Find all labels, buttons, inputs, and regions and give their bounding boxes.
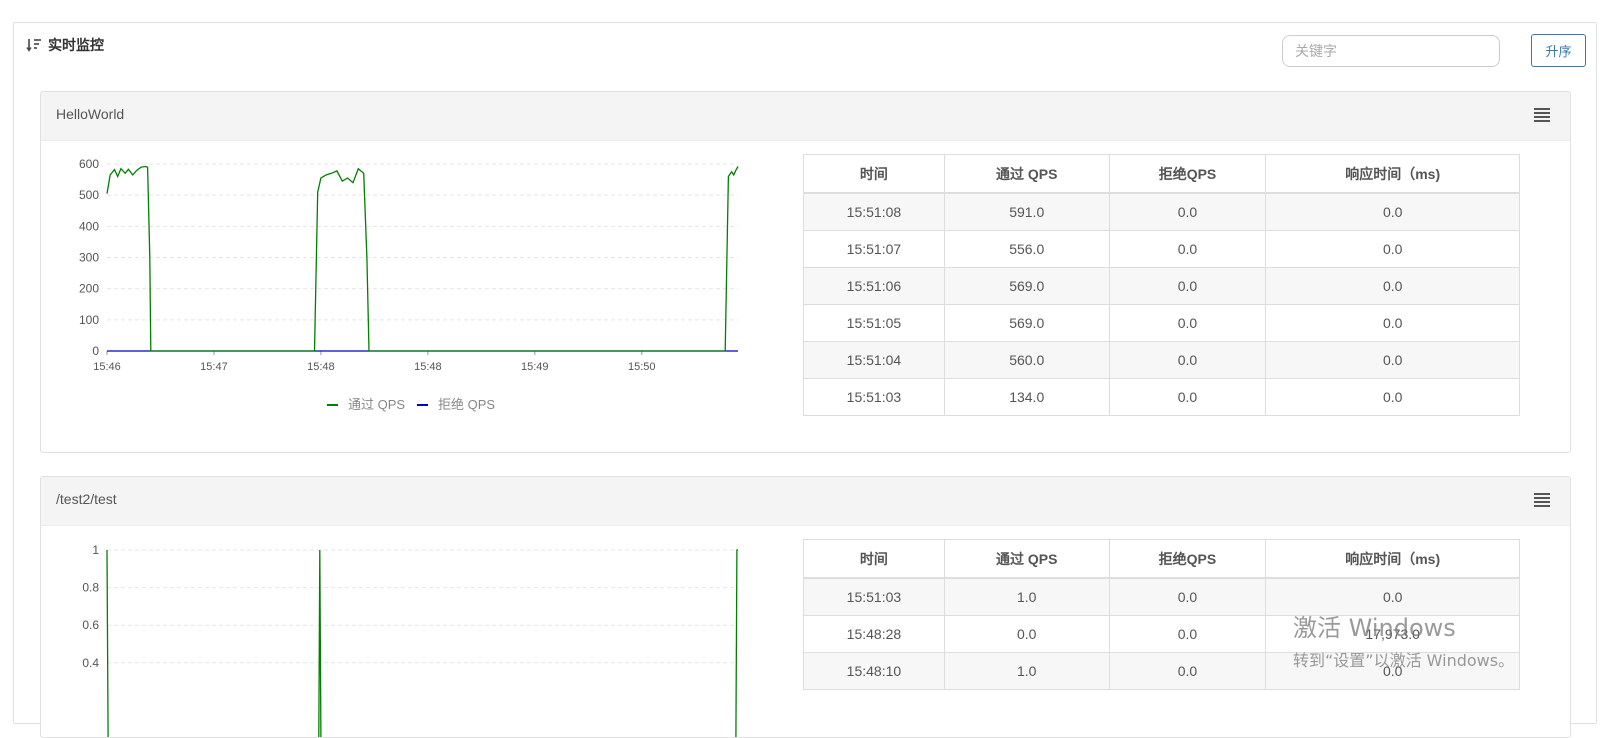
table-cell: 15:51:03	[803, 577, 945, 616]
table-row: 15:51:07 556.0 0.0 0.0	[803, 230, 1520, 268]
table-row: 15:51:06 569.0 0.0 0.0	[803, 267, 1520, 305]
table-cell: 569.0	[943, 304, 1110, 342]
table-cell: 15:51:05	[803, 304, 945, 342]
table-cell: 0.0	[1108, 378, 1267, 416]
sort-order-button[interactable]: 升序	[1531, 34, 1586, 67]
series-line	[106, 549, 738, 737]
table-cell: 15:51:07	[803, 230, 945, 268]
panel-header: HelloWorld	[41, 92, 1570, 141]
qps-chart: 0 100 200 300 400 500 600 15:46 15:47 15:48 15:48 1…	[79, 157, 739, 412]
x-tick-label: 15:46	[93, 361, 121, 373]
y-tick-label: 0.8	[82, 581, 99, 595]
table-cell: 0.0	[1108, 192, 1267, 231]
table-cell: 15:48:10	[803, 652, 945, 690]
column-header: 响应时间（ms)	[1265, 539, 1520, 579]
table-cell: 0.0	[1265, 230, 1520, 268]
table-cell: 0.0	[1265, 267, 1520, 305]
column-header: 拒绝QPS	[1108, 539, 1267, 579]
resource-name: /test2/test	[56, 491, 117, 507]
page-title-text: 实时监控	[48, 37, 104, 53]
y-tick-label: 0	[92, 344, 99, 358]
table-row: 15:51:04 560.0 0.0 0.0	[803, 341, 1520, 379]
menu-icon[interactable]	[1534, 493, 1550, 507]
table-cell: 1.0	[943, 577, 1110, 616]
table-cell: 15:48:28	[803, 615, 945, 653]
column-header: 通过 QPS	[943, 539, 1110, 579]
y-tick-label: 0.4	[82, 656, 99, 670]
x-tick-label: 15:48	[414, 361, 442, 373]
series-line	[106, 165, 739, 352]
x-tick-label: 15:47	[200, 361, 228, 373]
table-header-row: 时间 通过 QPS 拒绝QPS 响应时间（ms)	[803, 154, 1520, 194]
table-cell: 0.0	[1265, 378, 1520, 416]
table-cell: 15:51:08	[803, 192, 945, 231]
y-tick-label: 1	[92, 543, 99, 557]
sort-descending-icon	[26, 39, 41, 52]
windows-activation-watermark: 激活 Windows 转到“设置”以激活 Windows。	[1293, 608, 1514, 671]
resource-name: HelloWorld	[56, 106, 125, 122]
x-tick-label: 15:48	[307, 361, 335, 373]
resource-panel-helloworld: HelloWorld 0 100 200 300 400 500 600 15:46 15:47…	[40, 91, 1571, 453]
table-cell: 0.0	[1265, 192, 1520, 231]
table-row: 15:51:03 134.0 0.0 0.0	[803, 378, 1520, 416]
table-header-row: 时间 通过 QPS 拒绝QPS 响应时间（ms)	[803, 539, 1520, 579]
panel-header: /test2/test	[41, 477, 1570, 526]
table-cell: 591.0	[943, 192, 1110, 231]
search-input[interactable]	[1282, 35, 1500, 67]
legend-label: 通过 QPS	[348, 397, 405, 412]
y-tick-label: 300	[79, 251, 99, 265]
table-cell: 134.0	[943, 378, 1110, 416]
table-cell: 15:51:04	[803, 341, 945, 379]
column-header: 通过 QPS	[943, 154, 1110, 194]
table-cell: 1.0	[943, 652, 1110, 690]
table-cell: 0.0	[1108, 230, 1267, 268]
table-cell: 0.0	[1108, 341, 1267, 379]
x-tick-label: 15:49	[521, 361, 549, 373]
y-tick-label: 500	[79, 188, 99, 202]
table-cell: 15:51:06	[803, 267, 945, 305]
legend-label: 拒绝 QPS	[438, 397, 495, 412]
column-header: 响应时间（ms)	[1265, 154, 1520, 194]
table-cell: 0.0	[943, 615, 1110, 653]
table-cell: 556.0	[943, 230, 1110, 268]
menu-icon[interactable]	[1534, 108, 1550, 122]
table-cell: 0.0	[1108, 267, 1267, 305]
column-header: 时间	[803, 539, 945, 579]
y-tick-label: 400	[79, 219, 99, 233]
metrics-table: 时间 通过 QPS 拒绝QPS 响应时间（ms) 15:51:08 591.0 0.0 0.…	[803, 154, 1520, 416]
y-tick-label: 100	[79, 313, 99, 327]
table-cell: 569.0	[943, 267, 1110, 305]
table-cell: 0.0	[1265, 341, 1520, 379]
watermark-line2: 转到“设置”以激活 Windows。	[1293, 651, 1515, 670]
column-header: 拒绝QPS	[1108, 154, 1267, 194]
table-cell: 560.0	[943, 341, 1110, 379]
column-header: 时间	[803, 154, 945, 194]
table-row: 15:51:05 569.0 0.0 0.0	[803, 304, 1520, 342]
qps-chart: 0.4 0.6 0.8 1	[82, 543, 738, 737]
y-tick-label: 0.6	[82, 618, 99, 632]
x-tick-label: 15:50	[628, 361, 656, 373]
table-cell: 0.0	[1108, 577, 1267, 616]
watermark-line1: 激活 Windows	[1293, 614, 1456, 642]
table-cell: 0.0	[1108, 304, 1267, 342]
table-cell: 0.0	[1265, 304, 1520, 342]
page-title: 实时监控	[26, 35, 104, 55]
table-cell: 0.0	[1108, 615, 1267, 653]
y-tick-label: 200	[79, 282, 99, 296]
y-tick-label: 600	[79, 157, 99, 171]
table-row: 15:51:08 591.0 0.0 0.0	[803, 192, 1520, 231]
table-cell: 0.0	[1108, 652, 1267, 690]
table-cell: 15:51:03	[803, 378, 945, 416]
